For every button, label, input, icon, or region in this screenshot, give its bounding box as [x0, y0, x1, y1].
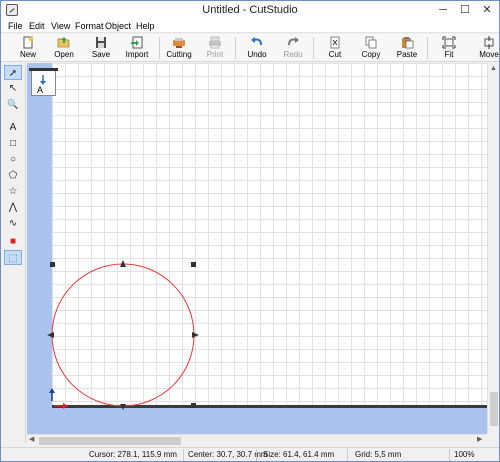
star-tool-icon[interactable]: ☆ — [4, 184, 22, 199]
copy-icon — [365, 36, 377, 49]
print-icon — [209, 36, 221, 49]
print-button-label: Print — [206, 50, 224, 59]
scroll-right-icon[interactable]: ▶ — [477, 435, 482, 445]
text-tool-icon[interactable]: A — [4, 120, 22, 135]
menu-help[interactable]: Help — [136, 21, 155, 31]
redo-icon — [288, 37, 299, 46]
toolbar-separator — [159, 37, 160, 59]
horizontal-scroll-thumb[interactable] — [39, 437, 181, 445]
status-grid: Grid: 5,5 mm — [355, 450, 402, 459]
paste-icon — [402, 37, 414, 49]
copy-button[interactable]: Copy — [357, 34, 385, 62]
status-separator — [347, 449, 348, 461]
drawing-canvas[interactable]: A — [27, 63, 487, 434]
save-button-label: Save — [91, 50, 111, 59]
vertical-scrollbar[interactable]: ▲ — [487, 63, 499, 434]
horizontal-scrollbar[interactable]: ◀ ▶ — [27, 434, 487, 446]
save-icon — [96, 37, 106, 48]
status-bar: Cursor: 278.1, 115.9 mm Center: 30.7, 30… — [1, 447, 499, 461]
ellipse-tool-icon[interactable]: ○ — [4, 152, 22, 167]
circle-shape — [51, 263, 195, 407]
toolbar-separator — [313, 37, 314, 59]
title-bar: Untitled - CutStudio ─ ☐ ✕ — [1, 1, 499, 19]
select-tool-icon[interactable]: ➚ — [4, 65, 22, 80]
toolbar-separator — [235, 37, 236, 59]
resize-handle — [191, 262, 196, 267]
paste-button[interactable]: Paste — [393, 34, 421, 62]
scale-handle — [47, 332, 54, 338]
new-button-label: New — [19, 50, 36, 59]
move-button-label: Move — [479, 50, 499, 59]
print-button[interactable]: Print — [201, 34, 229, 62]
import-button-label: Import — [125, 50, 149, 59]
status-cursor: Cursor: 278.1, 115.9 mm — [89, 450, 177, 459]
fit-icon — [442, 36, 456, 49]
redo-button[interactable]: Redo — [279, 34, 307, 62]
menu-file[interactable]: File — [8, 21, 23, 31]
paste-button-label: Paste — [396, 50, 418, 59]
menu-edit[interactable]: Edit — [29, 21, 45, 31]
resize-handle — [191, 403, 196, 408]
open-button[interactable]: Open — [49, 34, 79, 62]
cutting-button[interactable]: Cutting — [163, 34, 195, 62]
origin-x-arrowhead — [63, 403, 68, 409]
status-zoom: 100% — [454, 450, 475, 459]
app-window: Untitled - CutStudio ─ ☐ ✕ File Edit Vie… — [0, 0, 500, 462]
zoom-tool-icon[interactable]: 🔍 — [4, 97, 22, 112]
status-separator — [449, 449, 450, 461]
fit-button-label: Fit — [444, 50, 454, 59]
resize-handle — [50, 262, 55, 267]
undo-button[interactable]: Undo — [243, 34, 271, 62]
open-button-label: Open — [54, 50, 74, 59]
fill-color-tool-icon[interactable]: ■ — [4, 234, 22, 249]
registration-mark-tool-icon[interactable]: ⬚ — [4, 250, 22, 265]
new-button[interactable]: New — [14, 34, 42, 62]
fit-button[interactable]: Fit — [435, 34, 463, 62]
node-edit-tool-icon[interactable]: ↖ — [4, 81, 22, 96]
cut-button-label: Cut — [328, 50, 342, 59]
scale-handle — [192, 332, 199, 338]
undo-icon — [251, 37, 262, 46]
redo-button-label: Redo — [283, 50, 303, 59]
undo-button-label: Undo — [247, 50, 267, 59]
window-title: Untitled - CutStudio — [202, 4, 298, 16]
import-button[interactable]: Import — [121, 34, 153, 62]
menu-object[interactable]: Object — [105, 21, 131, 31]
status-size: Size: 61.4, 61.4 mm — [263, 450, 335, 459]
move-icon — [484, 36, 494, 49]
selection-overlay — [47, 260, 199, 410]
new-document-icon — [23, 36, 34, 49]
import-icon — [131, 36, 143, 49]
cutting-icon — [173, 38, 185, 48]
cut-button[interactable]: Cut — [321, 34, 349, 62]
save-button[interactable]: Save — [87, 34, 115, 62]
menu-bar: File Edit View Format Object Help — [1, 19, 499, 33]
tool-palette: ➚ ↖ 🔍 A □ ○ ⬠ ☆ ⋀ ∿ ■ ⬚ — [1, 63, 26, 443]
status-separator — [183, 449, 184, 461]
origin-y-arrowhead — [49, 388, 55, 393]
open-folder-icon — [57, 37, 70, 48]
scale-handle — [120, 404, 126, 410]
scroll-up-icon[interactable]: ▲ — [490, 64, 497, 74]
cut-icon — [330, 36, 340, 49]
curve-tool-icon[interactable]: ∿ — [4, 216, 22, 231]
scale-handle — [120, 260, 126, 267]
scroll-left-icon[interactable]: ◀ — [29, 435, 34, 445]
polyline-tool-icon[interactable]: ⋀ — [4, 200, 22, 215]
toolbar-separator — [427, 37, 428, 59]
copy-button-label: Copy — [361, 50, 381, 59]
move-button[interactable]: Move — [475, 34, 500, 62]
toolbar: New Open Save Import Cutting Print Undo … — [1, 34, 499, 62]
polygon-tool-icon[interactable]: ⬠ — [4, 168, 22, 183]
cutting-button-label: Cutting — [166, 50, 192, 59]
rectangle-tool-icon[interactable]: □ — [4, 136, 22, 151]
close-button[interactable]: ✕ — [477, 1, 497, 19]
minimize-button[interactable]: ─ — [433, 1, 453, 19]
vertical-scroll-thumb[interactable] — [490, 392, 498, 426]
status-separator — [256, 449, 257, 461]
menu-view[interactable]: View — [51, 21, 70, 31]
menu-format[interactable]: Format — [75, 21, 104, 31]
maximize-button[interactable]: ☐ — [455, 1, 475, 19]
